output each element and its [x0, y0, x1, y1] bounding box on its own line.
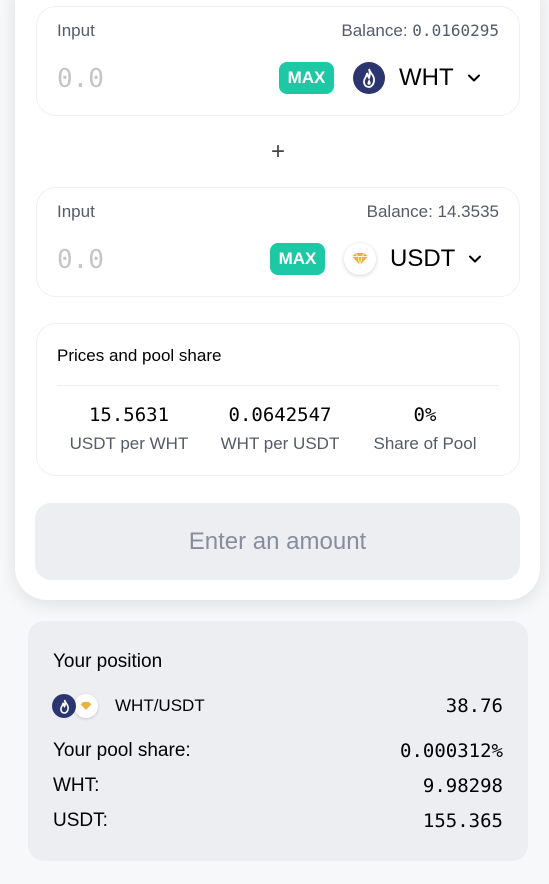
input-label: Input: [57, 21, 95, 40]
price-item: 0.0642547 WHT per USDT: [205, 404, 355, 454]
price-value: 15.5631: [88, 404, 170, 426]
balance-text: Balance: 0.0160295: [341, 21, 499, 41]
pair-amount: 38.76: [445, 695, 503, 717]
max-button-usdt[interactable]: MAX: [270, 243, 325, 275]
row-value: 155.365: [422, 810, 503, 832]
row-label: USDT:: [53, 810, 108, 831]
price-label: WHT per USDT: [220, 434, 340, 453]
position-row: Your pool share: 0.000312%: [53, 740, 503, 762]
chevron-down-icon: [467, 74, 480, 82]
usdt-diamond-icon: [74, 694, 98, 718]
wht-flame-icon: [353, 62, 385, 94]
position-row: WHT: 9.98298: [53, 775, 503, 797]
input-panel-wht: Input Balance: 0.0160295 MAX WHT: [36, 6, 520, 116]
input-label: Input: [57, 202, 95, 221]
price-label: USDT per WHT: [69, 434, 189, 453]
balance-text: Balance: 14.3535: [367, 202, 499, 222]
wht-flame-icon: [52, 694, 76, 718]
token-symbol: WHT: [399, 64, 454, 91]
balance-label: Balance:: [366, 202, 433, 221]
price-value: 0.0642547: [228, 404, 332, 426]
token-symbol: USDT: [390, 245, 456, 272]
amount-input-wht[interactable]: [57, 59, 217, 99]
token-select-usdt[interactable]: USDT: [344, 239, 483, 279]
position-title: Your position: [53, 651, 163, 672]
chevron-down-icon: [469, 255, 482, 263]
max-button-wht[interactable]: MAX: [279, 62, 334, 94]
enter-amount-button[interactable]: Enter an amount: [35, 503, 520, 580]
prices-title: Prices and pool share: [57, 346, 222, 365]
price-item: 15.5631 USDT per WHT: [54, 404, 204, 454]
pair-icons: [52, 694, 102, 718]
price-item: 0% Share of Pool: [350, 404, 500, 454]
token-select-wht[interactable]: WHT: [353, 58, 482, 98]
balance-label: Balance:: [341, 21, 408, 40]
position-row: USDT: 155.365: [53, 810, 503, 832]
plus-icon: +: [270, 138, 285, 165]
price-label: Share of Pool: [373, 434, 477, 453]
row-value: 9.98298: [422, 775, 503, 797]
row-label: WHT:: [53, 775, 100, 796]
usdt-diamond-icon: [344, 243, 376, 275]
input-panel-usdt: Input Balance: 14.3535 MAX USDT: [36, 187, 520, 297]
prices-and-pool-share: Prices and pool share 15.5631 USDT per W…: [36, 323, 520, 476]
amount-input-usdt[interactable]: [57, 240, 217, 280]
balance-value: 0.0160295: [412, 21, 499, 40]
divider: [57, 385, 499, 386]
row-value: 0.000312%: [400, 740, 503, 762]
balance-value: 14.3535: [437, 202, 499, 221]
your-position-card: Your position WHT/USDT 38.76 Your pool s…: [28, 621, 528, 861]
pair-name: WHT/USDT: [115, 696, 205, 715]
price-value: 0%: [413, 404, 437, 426]
row-label: Your pool share:: [53, 740, 191, 761]
